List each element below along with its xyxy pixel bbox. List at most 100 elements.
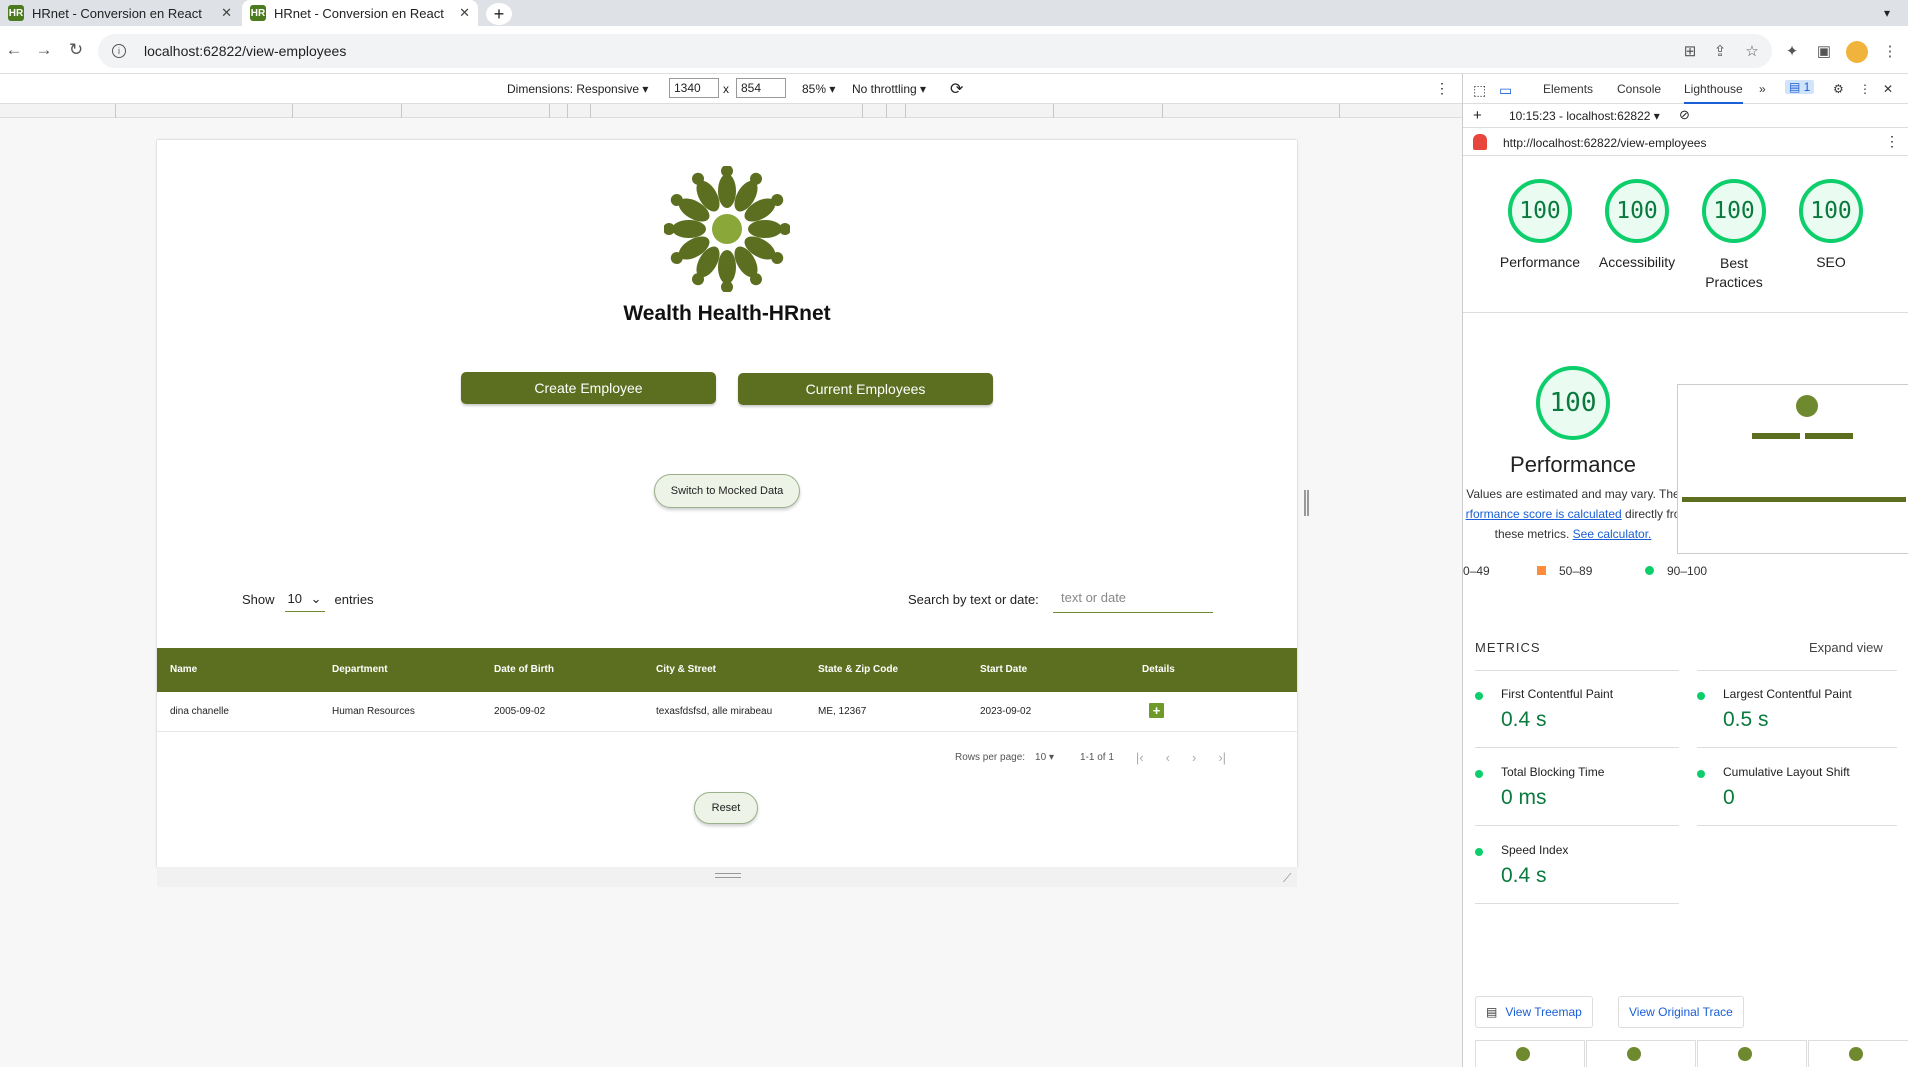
first-page-icon[interactable]: |‹: [1136, 750, 1144, 765]
expand-view-toggle[interactable]: Expand view: [1809, 640, 1883, 655]
prev-page-icon[interactable]: ‹: [1166, 750, 1170, 765]
inspect-icon[interactable]: ⬚: [1473, 82, 1486, 99]
resize-handle-bottom[interactable]: [715, 873, 741, 878]
tab-elements[interactable]: Elements: [1543, 82, 1593, 96]
close-icon[interactable]: ✕: [459, 5, 470, 21]
column-header[interactable]: Start Date: [980, 664, 1027, 675]
site-info-icon[interactable]: i: [112, 44, 126, 58]
column-header[interactable]: City & Street: [656, 664, 716, 675]
filmstrip-frame: [1475, 1040, 1585, 1067]
dimensions-select[interactable]: Dimensions: Responsive ▾: [507, 82, 648, 96]
legend-average: 50–89: [1559, 564, 1593, 578]
score-gauge[interactable]: 100: [1508, 179, 1572, 243]
rows-per-page-select[interactable]: 10 ▾: [1035, 752, 1054, 763]
details-plus-icon[interactable]: +: [1149, 703, 1164, 718]
back-icon[interactable]: ←: [4, 40, 24, 60]
tab-lighthouse[interactable]: Lighthouse: [1684, 82, 1743, 104]
address-bar[interactable]: i localhost:62822/view-employees: [98, 34, 1772, 68]
side-panel-icon[interactable]: ▣: [1814, 41, 1834, 61]
score-label: Best Practices: [1705, 255, 1763, 290]
view-treemap-button[interactable]: ▤ View Treemap: [1475, 996, 1593, 1028]
treemap-icon: ▤: [1486, 1005, 1498, 1019]
divider: [1463, 312, 1908, 313]
rows-per-page-label: Rows per page:: [955, 752, 1026, 763]
new-report-icon[interactable]: +: [1473, 107, 1482, 124]
menu-kebab-icon[interactable]: ⋮: [1880, 41, 1900, 61]
metric-speed-index: Speed Index 0.4 s: [1463, 840, 1663, 904]
throttling-select[interactable]: No throttling ▾: [852, 82, 926, 96]
performance-heading: Performance: [1510, 452, 1636, 477]
lighthouse-icon: [1473, 134, 1487, 150]
score-label: Performance: [1499, 254, 1581, 270]
last-page-icon[interactable]: ›|: [1218, 750, 1226, 765]
share-icon[interactable]: ⇪: [1710, 41, 1730, 61]
green-dot-icon: [1645, 566, 1654, 575]
entries-select[interactable]: 10 ⌄: [284, 587, 325, 612]
table-header: Name Department Date of Birth City & Str…: [157, 648, 1297, 692]
reset-button[interactable]: Reset: [694, 792, 758, 824]
score-calculated-link[interactable]: rformance score is calculated: [1466, 507, 1622, 521]
bookmark-star-icon[interactable]: ☆: [1742, 41, 1762, 61]
clear-icon[interactable]: ⊘: [1679, 107, 1690, 123]
height-input[interactable]: 854: [736, 78, 786, 98]
tab-console[interactable]: Console: [1617, 82, 1661, 96]
resize-handle-right[interactable]: [1304, 490, 1309, 516]
entries-label: entries: [334, 592, 374, 607]
address-url: localhost:62822/view-employees: [144, 43, 347, 59]
metric-lcp: Largest Contentful Paint 0.5 s: [1685, 684, 1885, 748]
orange-square-icon: [1537, 566, 1546, 575]
column-header[interactable]: State & Zip Code: [818, 664, 898, 675]
filmstrip-frame: [1586, 1040, 1696, 1067]
next-page-icon[interactable]: ›: [1192, 750, 1196, 765]
column-header[interactable]: Date of Birth: [494, 664, 554, 675]
green-dot-icon: [1475, 692, 1483, 700]
tab-title: HRnet - Conversion en React: [274, 5, 444, 21]
close-devtools-icon[interactable]: ✕: [1883, 82, 1893, 96]
profile-avatar-icon[interactable]: [1846, 41, 1868, 63]
browser-tab[interactable]: HR HRnet - Conversion en React ✕: [0, 0, 240, 26]
reload-icon[interactable]: ↻: [66, 40, 86, 60]
media-query-ruler: [0, 104, 1462, 118]
cell-start-date: 2023-09-02: [980, 706, 1032, 717]
more-tabs-icon[interactable]: »: [1759, 82, 1766, 96]
resize-corner-icon[interactable]: ⟋: [1283, 871, 1291, 886]
report-select[interactable]: 10:15:23 - localhost:62822 ▾: [1509, 109, 1660, 123]
final-screenshot-thumbnail: [1677, 384, 1908, 554]
filmstrip-frame: [1808, 1040, 1908, 1067]
show-label: Show: [242, 592, 275, 607]
score-gauge[interactable]: 100: [1799, 179, 1863, 243]
rotate-icon[interactable]: ⟳: [950, 79, 963, 99]
forward-icon[interactable]: →: [34, 40, 54, 60]
favicon-icon: HR: [250, 5, 266, 21]
browser-toolbar: ← → ↻ i localhost:62822/view-employees ⊞…: [0, 26, 1908, 74]
tab-search-icon[interactable]: ▾: [1876, 2, 1898, 24]
column-header[interactable]: Department: [332, 664, 388, 675]
issues-badge[interactable]: ▤ 1: [1785, 80, 1815, 94]
view-trace-button[interactable]: View Original Trace: [1618, 996, 1744, 1028]
cell-department: Human Resources: [332, 706, 415, 717]
new-tab-icon[interactable]: +: [486, 3, 512, 25]
devtools-menu-icon[interactable]: ⋮: [1859, 82, 1871, 96]
device-more-icon[interactable]: ⋮: [1435, 80, 1449, 97]
metric-fcp: First Contentful Paint 0.4 s: [1463, 684, 1663, 748]
settings-icon[interactable]: ⚙: [1833, 82, 1844, 96]
column-header[interactable]: Name: [170, 664, 197, 675]
width-input[interactable]: 1340: [669, 78, 719, 98]
performance-note: Values are estimated and may vary. The r…: [1465, 487, 1681, 541]
search-input[interactable]: text or date: [1053, 583, 1213, 613]
zoom-select[interactable]: 85% ▾: [802, 82, 835, 96]
device-toggle-icon[interactable]: ▭: [1499, 82, 1512, 99]
devtools-panel: ⬚ ▭ Elements Console Lighthouse » ▤ 1 ⚙ …: [1462, 74, 1908, 1067]
score-gauge[interactable]: 100: [1605, 179, 1669, 243]
report-menu-icon[interactable]: ⋮: [1885, 133, 1899, 150]
green-dot-icon: [1697, 770, 1705, 778]
browser-tab-active[interactable]: HR HRnet - Conversion en React ✕: [242, 0, 478, 26]
see-calculator-link[interactable]: See calculator.: [1573, 527, 1652, 541]
create-employee-button[interactable]: Create Employee: [461, 372, 716, 404]
close-icon[interactable]: ✕: [221, 5, 232, 21]
translate-icon[interactable]: ⊞: [1680, 41, 1700, 61]
score-gauge[interactable]: 100: [1702, 179, 1766, 243]
extensions-icon[interactable]: ✦: [1782, 41, 1802, 61]
current-employees-button[interactable]: Current Employees: [738, 373, 993, 405]
switch-mocked-data-button[interactable]: Switch to Mocked Data: [654, 474, 800, 508]
